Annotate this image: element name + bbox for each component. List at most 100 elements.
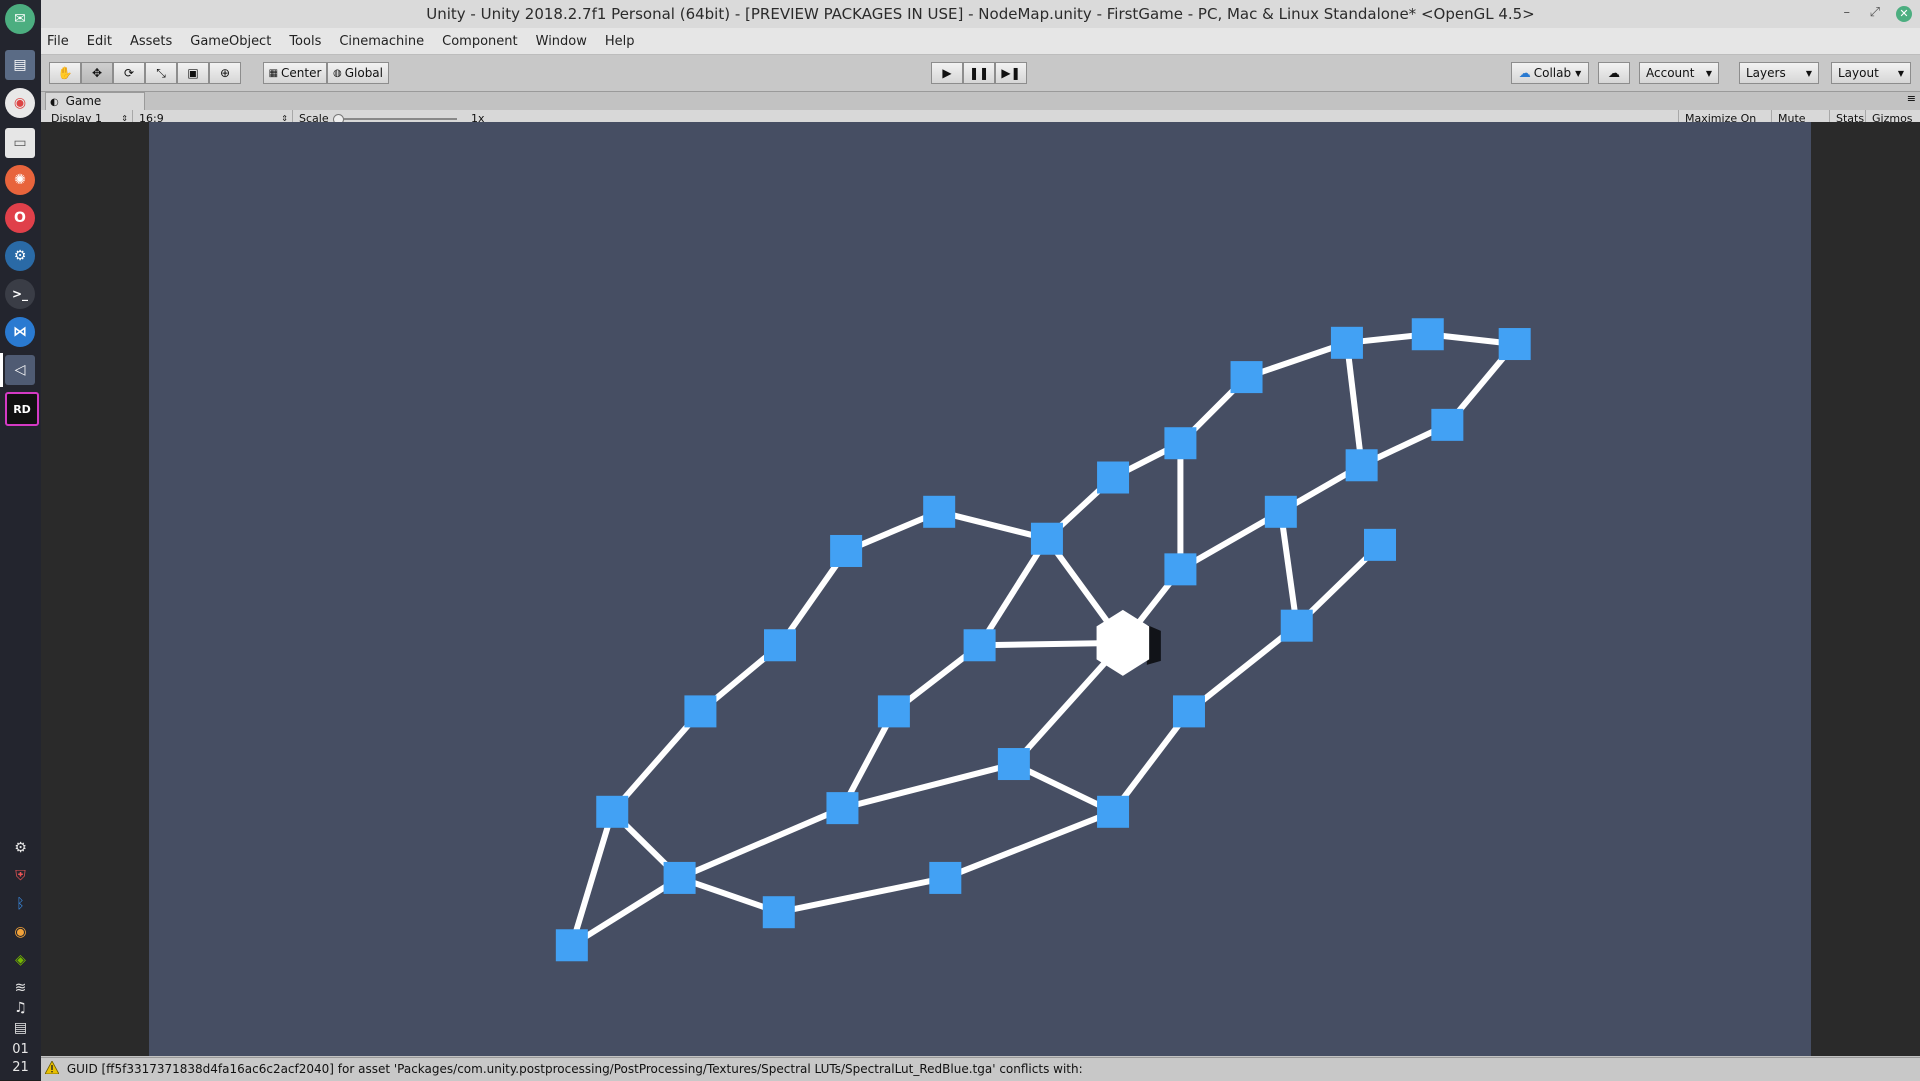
map-node[interactable]: [1172, 695, 1205, 728]
map-edge: [1343, 342, 1365, 466]
status-bar[interactable]: GUID [ff5f3317371838d4fa16ac6c2acf2040] …: [41, 1057, 1920, 1081]
map-node[interactable]: [762, 896, 795, 929]
game-icon: ◐: [50, 97, 59, 108]
menu-cinemachine[interactable]: Cinemachine: [339, 34, 424, 49]
file-manager-icon[interactable]: ▤: [5, 50, 35, 80]
map-node[interactable]: [923, 495, 956, 528]
account-dropdown[interactable]: Account ▼: [1639, 62, 1719, 84]
security-tray-icon[interactable]: ⛨: [0, 868, 41, 884]
menu-component[interactable]: Component: [442, 34, 517, 49]
play-button[interactable]: ▶: [931, 62, 963, 84]
step-button[interactable]: ▶❚: [995, 62, 1027, 84]
map-node[interactable]: [1431, 408, 1464, 441]
node-map[interactable]: [149, 122, 1811, 1056]
collab-dropdown[interactable]: ☁ Collab ▼: [1511, 62, 1589, 84]
clock-hour: 01: [12, 1042, 29, 1057]
menu-tools[interactable]: Tools: [289, 34, 321, 49]
game-view[interactable]: [41, 122, 1920, 1056]
map-node[interactable]: [1280, 609, 1313, 642]
panel-menu-icon[interactable]: ≡: [1907, 92, 1916, 105]
steam-tray-icon[interactable]: ⚙: [0, 840, 41, 856]
map-node[interactable]: [1230, 361, 1263, 394]
map-node[interactable]: [1411, 318, 1444, 351]
game-scene[interactable]: [149, 122, 1811, 1056]
layers-dropdown[interactable]: Layers ▼: [1739, 62, 1819, 84]
vscode-icon[interactable]: ⋈: [5, 317, 35, 347]
map-node[interactable]: [663, 861, 696, 894]
map-node[interactable]: [1345, 449, 1378, 482]
map-edge: [1187, 623, 1299, 714]
chevron-down-icon: ▼: [1575, 68, 1582, 78]
menu-gameobject[interactable]: GameObject: [190, 34, 271, 49]
map-node[interactable]: [764, 629, 796, 662]
move-tool-icon[interactable]: ✥: [81, 62, 113, 84]
restore-icon[interactable]: ⤢: [1870, 0, 1880, 28]
play-icon: ▶: [942, 66, 952, 80]
tab-game-label: Game: [65, 94, 102, 108]
transform-tool-icon[interactable]: ⊕: [209, 62, 241, 84]
unity-icon[interactable]: ◁: [5, 355, 35, 385]
app-dock: ✉ ▤ ◉ ▭ ✺ O ⚙ >_ ⋈ ◁ RD ⚙ ⛨ ᛒ ◉ ◈ ≋ ♫ ▤ …: [0, 0, 41, 1080]
map-node[interactable]: [830, 534, 863, 567]
map-node[interactable]: [1498, 328, 1531, 361]
menu-file[interactable]: File: [47, 34, 69, 49]
menu-window[interactable]: Window: [536, 34, 587, 49]
mail-app-icon[interactable]: ✉: [5, 4, 35, 34]
cloud-services-button[interactable]: ☁: [1598, 62, 1630, 84]
map-node[interactable]: [963, 629, 996, 662]
terminal-icon[interactable]: >_: [5, 279, 35, 309]
space-global-button[interactable]: ◍ Global: [327, 62, 389, 84]
hand-tool-icon[interactable]: ✋: [49, 62, 81, 84]
wifi-icon[interactable]: ≋: [0, 980, 41, 996]
map-node[interactable]: [929, 861, 962, 894]
pivot-label: Center: [281, 66, 322, 80]
title-bar: Unity - Unity 2018.2.7f1 Personal (64bit…: [41, 0, 1920, 28]
bluetooth-icon[interactable]: ᛒ: [0, 896, 41, 912]
space-label: Global: [344, 66, 383, 80]
clock-minute: 21: [12, 1060, 29, 1075]
account-label: Account: [1646, 66, 1695, 80]
tab-game[interactable]: ◐ Game: [45, 92, 145, 110]
map-node[interactable]: [1097, 461, 1130, 494]
layout-dropdown[interactable]: Layout ▼: [1831, 62, 1911, 84]
rotate-tool-icon[interactable]: ⟳: [113, 62, 145, 84]
rect-tool-icon[interactable]: ▣: [177, 62, 209, 84]
map-node[interactable]: [877, 695, 910, 728]
pivot-center-button[interactable]: ▦ Center: [263, 62, 327, 84]
map-node[interactable]: [1030, 522, 1063, 555]
folder-icon[interactable]: ▭: [5, 128, 35, 158]
clipboard-icon[interactable]: ▤: [0, 1020, 41, 1036]
music-icon[interactable]: ♫: [0, 1000, 41, 1016]
map-edge: [841, 761, 1015, 812]
window-title: Unity - Unity 2018.2.7f1 Personal (64bit…: [426, 5, 1535, 23]
menu-help[interactable]: Help: [605, 34, 635, 49]
pause-button[interactable]: ❚❚: [963, 62, 995, 84]
scale-tool-icon[interactable]: ⤡: [145, 62, 177, 84]
map-node[interactable]: [684, 695, 717, 728]
menu-edit[interactable]: Edit: [87, 34, 112, 49]
map-node[interactable]: [1164, 427, 1197, 460]
map-node[interactable]: [555, 929, 588, 962]
collab-label: Collab: [1533, 66, 1572, 80]
status-message: GUID [ff5f3317371838d4fa16ac6c2acf2040] …: [66, 1062, 1083, 1076]
map-node[interactable]: [596, 795, 629, 828]
map-node[interactable]: [1097, 795, 1130, 828]
map-node[interactable]: [1330, 326, 1363, 359]
map-node[interactable]: [1164, 553, 1197, 586]
menu-assets[interactable]: Assets: [130, 34, 172, 49]
map-node[interactable]: [1364, 528, 1396, 561]
map-node[interactable]: [826, 792, 859, 825]
close-icon[interactable]: ✕: [1896, 6, 1912, 22]
firefox-tray-icon[interactable]: ◉: [0, 924, 41, 940]
chrome-icon[interactable]: ◉: [5, 88, 35, 118]
steam-icon[interactable]: ⚙: [5, 241, 35, 271]
opera-icon[interactable]: O: [5, 203, 35, 233]
nvidia-icon[interactable]: ◈: [0, 952, 41, 968]
blender-icon[interactable]: ✺: [5, 165, 35, 195]
scale-slider-track[interactable]: [337, 118, 457, 120]
game-tab-row: ◐ Game ≡: [41, 92, 1920, 110]
map-node[interactable]: [997, 748, 1030, 781]
minimize-icon[interactable]: –: [1844, 0, 1851, 28]
rider-icon[interactable]: RD: [5, 392, 39, 426]
map-node[interactable]: [1264, 495, 1297, 528]
